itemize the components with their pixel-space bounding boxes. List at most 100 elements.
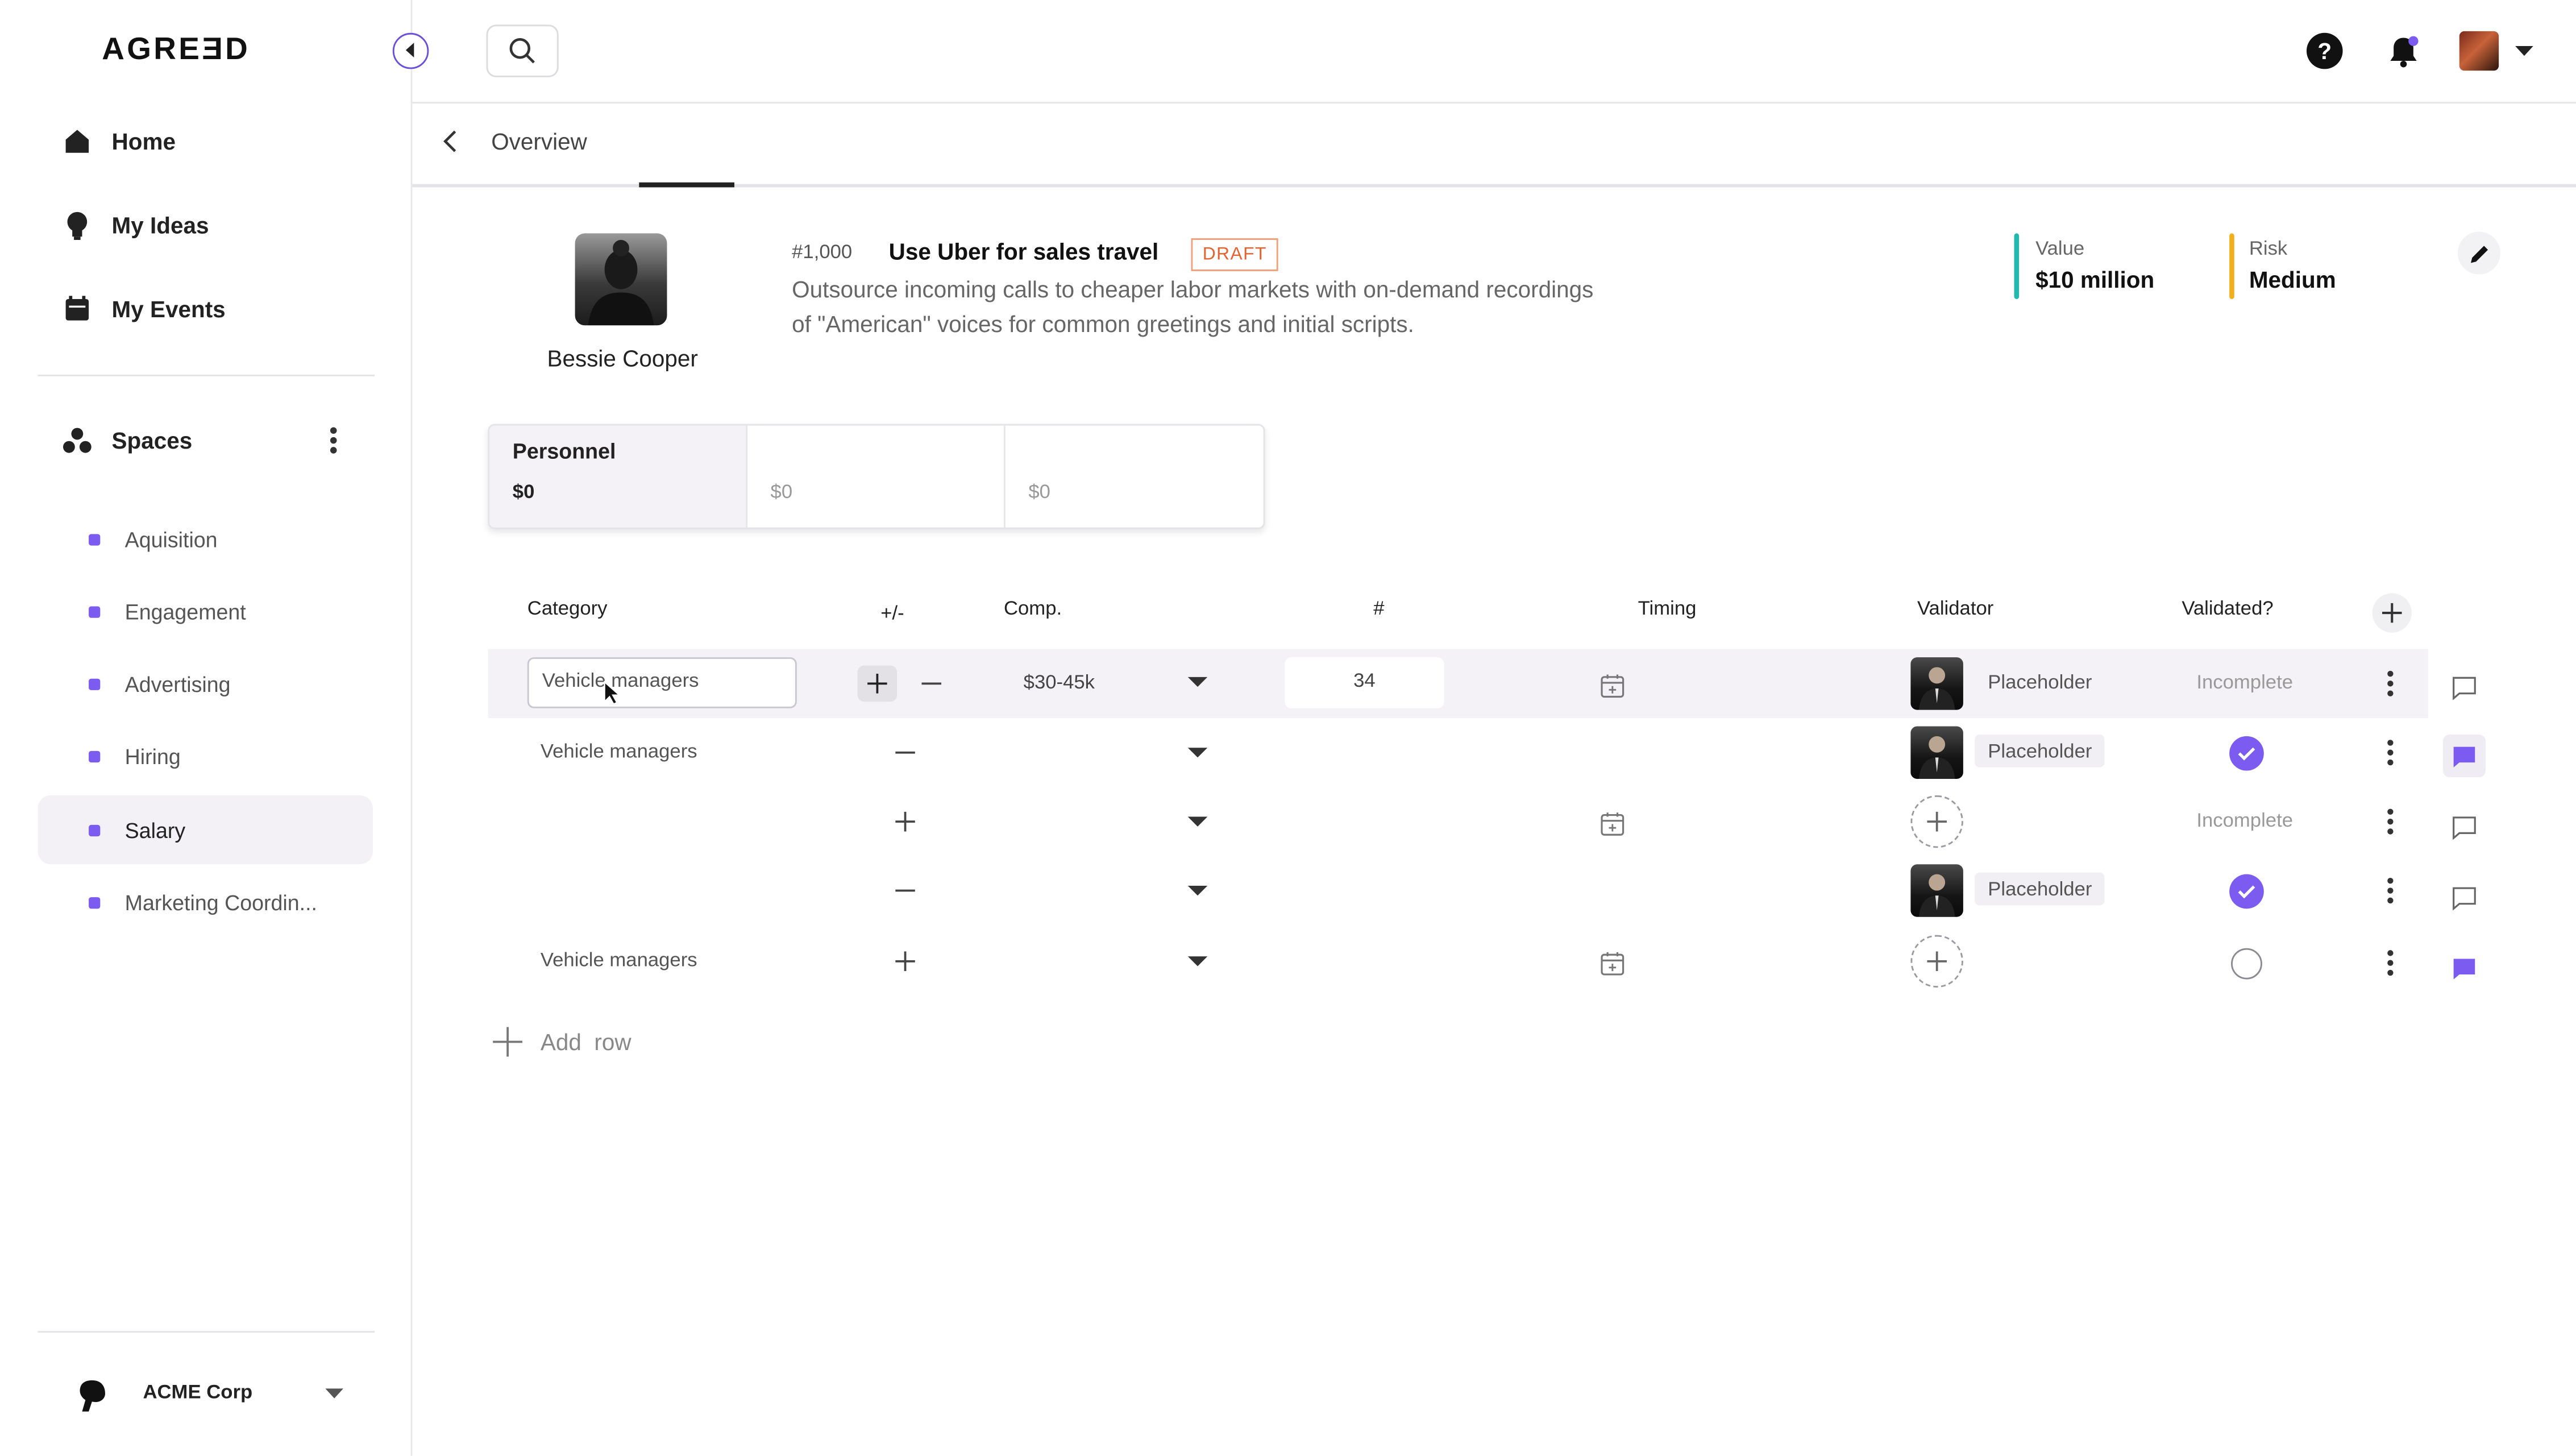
idea-number: #1,000 (792, 239, 853, 263)
calendar-add-icon[interactable] (1597, 670, 1626, 700)
summary-card[interactable]: $0 (747, 425, 1006, 528)
comment-icon[interactable] (2448, 810, 2481, 843)
comp-dropdown-icon[interactable] (1186, 882, 1209, 899)
comp-value: $30-45k (1023, 670, 1095, 694)
owner-name: Bessie Cooper (547, 345, 698, 372)
column-header-category: Category (527, 596, 608, 620)
nav-home[interactable]: Home (63, 117, 176, 166)
user-avatar[interactable] (2459, 31, 2499, 71)
card-amount: $0 (512, 479, 535, 503)
column-header-timing: Timing (1638, 596, 1697, 620)
comment-filled-icon[interactable] (2448, 951, 2481, 984)
minus-icon[interactable] (920, 672, 943, 695)
user-menu-chevron-icon[interactable] (2513, 43, 2533, 59)
chevron-down-icon (323, 1386, 343, 1402)
row-more-icon[interactable] (2379, 874, 2402, 907)
idea-description-line1: Outsource incoming calls to cheaper labo… (792, 276, 1594, 302)
help-icon[interactable]: ? (2306, 32, 2343, 69)
plus-icon[interactable] (894, 950, 916, 973)
table-row (488, 927, 2428, 995)
value-accent-bar (2014, 233, 2020, 300)
org-logo-icon (76, 1377, 109, 1413)
sidebar-item-salary[interactable]: Salary (38, 795, 373, 865)
add-row-button[interactable]: Add row (493, 1024, 631, 1060)
sidebar-item-hiring[interactable]: Hiring (38, 721, 373, 790)
sidebar-item-label: Engagement (124, 599, 246, 624)
idea-description-line2: of "American" voices for common greeting… (792, 310, 1414, 337)
validation-status: Incomplete (2196, 670, 2294, 694)
spaces-label: Spaces (111, 427, 193, 454)
plus-icon[interactable] (894, 810, 916, 833)
validated-check-icon[interactable] (2229, 736, 2264, 771)
column-header-validator: Validator (1917, 596, 1994, 620)
comp-dropdown-icon[interactable] (1186, 814, 1209, 830)
table-row (488, 718, 2428, 787)
validator-name[interactable]: Placeholder (1975, 872, 2105, 906)
count-input[interactable]: 34 (1285, 657, 1444, 708)
sidebar-item-label: Salary (124, 817, 186, 843)
add-validator-button[interactable] (1910, 935, 1963, 988)
notification-bell-icon[interactable] (2384, 31, 2423, 70)
nav-my-ideas[interactable]: My Ideas (63, 201, 209, 250)
risk-level: Medium (2249, 266, 2336, 293)
row-more-icon[interactable] (2379, 947, 2402, 980)
comp-dropdown-icon[interactable] (1186, 744, 1209, 761)
category-input[interactable]: Vehicle managers (527, 657, 797, 708)
category-cell[interactable]: Vehicle managers (541, 740, 697, 762)
sidebar-item-engagement[interactable]: Engagement (38, 576, 373, 645)
minus-icon[interactable] (894, 879, 916, 902)
comment-icon[interactable] (2448, 670, 2481, 703)
calendar-add-icon[interactable] (1597, 808, 1626, 838)
validated-empty-circle-icon[interactable] (2231, 948, 2262, 980)
row-more-icon[interactable] (2379, 667, 2402, 700)
category-cell[interactable]: Vehicle managers (541, 948, 697, 971)
spaces-more-icon[interactable] (322, 424, 344, 457)
space-dot-icon (89, 896, 101, 908)
sidebar-item-label: Hiring (124, 743, 181, 769)
plus-icon (1927, 951, 1947, 972)
nav-my-events[interactable]: My Events (63, 284, 226, 334)
pencil-icon (2470, 244, 2487, 263)
validated-check-icon[interactable] (2229, 874, 2264, 909)
calendar-icon (63, 294, 92, 323)
space-dot-icon (89, 750, 101, 762)
card-amount: $0 (770, 479, 793, 503)
comp-dropdown-icon[interactable] (1186, 953, 1209, 969)
column-header-count: # (1373, 596, 1385, 620)
minus-icon[interactable] (894, 741, 916, 764)
spaces-header[interactable]: Spaces (63, 416, 192, 465)
sidebar-item-advertising[interactable]: Advertising (38, 649, 373, 718)
comment-icon[interactable] (2448, 881, 2481, 914)
card-amount: $0 (1028, 479, 1050, 503)
lightbulb-icon (63, 210, 92, 240)
breadcrumb-bar (412, 102, 2576, 188)
tab-active-indicator (639, 182, 734, 188)
risk-accent-bar (2229, 233, 2234, 300)
status-badge: DRAFT (1191, 238, 1279, 271)
summary-card-personnel[interactable]: Personnel $0 (489, 425, 748, 528)
sidebar-item-aquisition[interactable]: Aquisition (38, 504, 373, 573)
validator-name[interactable]: Placeholder (1975, 734, 2105, 768)
add-column-button[interactable] (2372, 593, 2412, 633)
sidebar-item-label: Advertising (124, 671, 231, 696)
owner-avatar (575, 233, 667, 326)
breadcrumb-overview[interactable]: Overview (491, 128, 587, 154)
row-more-icon[interactable] (2379, 736, 2402, 769)
comment-filled-icon[interactable] (2442, 734, 2486, 778)
sidebar-item-marketing-coordination[interactable]: Marketing Coordin... (38, 868, 373, 936)
search-button[interactable] (486, 24, 559, 77)
table-row (488, 856, 2428, 925)
back-arrow-icon[interactable] (437, 128, 463, 154)
row-more-icon[interactable] (2379, 805, 2402, 838)
edit-idea-button[interactable] (2457, 231, 2501, 275)
column-header-validated: Validated? (2182, 596, 2274, 620)
add-validator-button[interactable] (1910, 795, 1963, 848)
org-switcher[interactable]: ACME Corp (0, 1331, 411, 1456)
calendar-add-icon[interactable] (1597, 948, 1626, 978)
increment-button[interactable] (857, 665, 898, 702)
org-name: ACME Corp (143, 1380, 253, 1404)
validator-name[interactable]: Placeholder (1975, 666, 2105, 699)
comp-dropdown-icon[interactable] (1186, 674, 1209, 690)
validator-avatar (1910, 657, 1963, 710)
summary-card[interactable]: $0 (1006, 426, 1264, 528)
